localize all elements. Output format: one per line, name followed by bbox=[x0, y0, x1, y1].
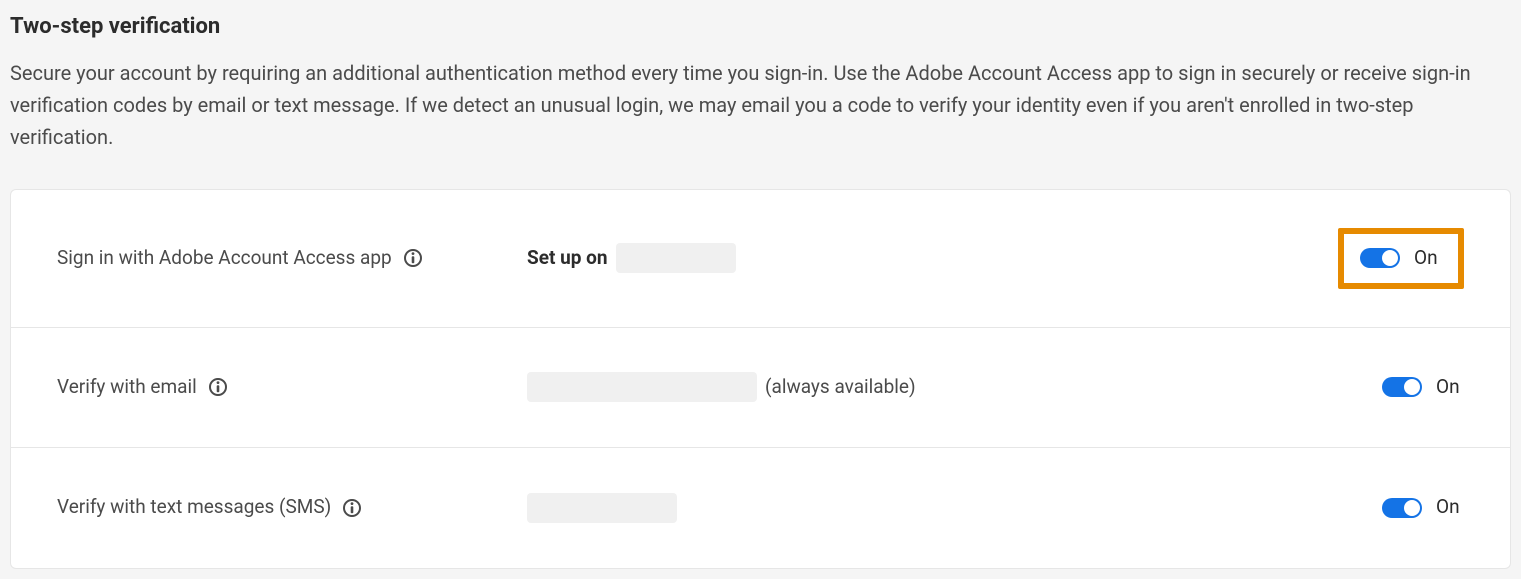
info-icon[interactable] bbox=[209, 378, 227, 396]
row-value bbox=[527, 493, 1382, 523]
row-verify-email: Verify with email (always available) On bbox=[11, 328, 1510, 448]
toggle-account-access-app[interactable] bbox=[1360, 248, 1400, 268]
verification-methods-card: Sign in with Adobe Account Access app Se… bbox=[10, 189, 1511, 569]
row-account-access-app: Sign in with Adobe Account Access app Se… bbox=[11, 190, 1510, 328]
toggle-container-highlighted: On bbox=[1338, 228, 1464, 289]
row-value: (always available) bbox=[527, 372, 1382, 402]
toggle-state-label: On bbox=[1414, 244, 1442, 273]
label-text: Verify with text messages (SMS) bbox=[57, 493, 331, 522]
row-label: Verify with email bbox=[57, 373, 527, 402]
toggle-state-label: On bbox=[1436, 493, 1464, 522]
toggle-container: On bbox=[1382, 373, 1464, 402]
value-prefix: Set up on bbox=[527, 244, 608, 273]
section-title: Two-step verification bbox=[10, 10, 1511, 43]
row-label: Verify with text messages (SMS) bbox=[57, 493, 527, 522]
row-value: Set up on bbox=[527, 243, 1338, 273]
info-icon[interactable] bbox=[404, 249, 422, 267]
toggle-verify-email[interactable] bbox=[1382, 377, 1422, 397]
redacted-email bbox=[527, 372, 757, 402]
info-icon[interactable] bbox=[343, 499, 361, 517]
toggle-state-label: On bbox=[1436, 373, 1464, 402]
section-description: Secure your account by requiring an addi… bbox=[10, 57, 1510, 153]
label-text: Verify with email bbox=[57, 373, 197, 402]
label-text: Sign in with Adobe Account Access app bbox=[57, 244, 392, 273]
row-label: Sign in with Adobe Account Access app bbox=[57, 244, 527, 273]
redacted-phone bbox=[527, 493, 677, 523]
value-suffix: (always available) bbox=[765, 373, 916, 402]
redacted-device-name bbox=[616, 243, 736, 273]
toggle-container: On bbox=[1382, 493, 1464, 522]
row-verify-sms: Verify with text messages (SMS) On bbox=[11, 448, 1510, 568]
toggle-verify-sms[interactable] bbox=[1382, 498, 1422, 518]
two-step-verification-section: Two-step verification Secure your accoun… bbox=[10, 10, 1511, 569]
